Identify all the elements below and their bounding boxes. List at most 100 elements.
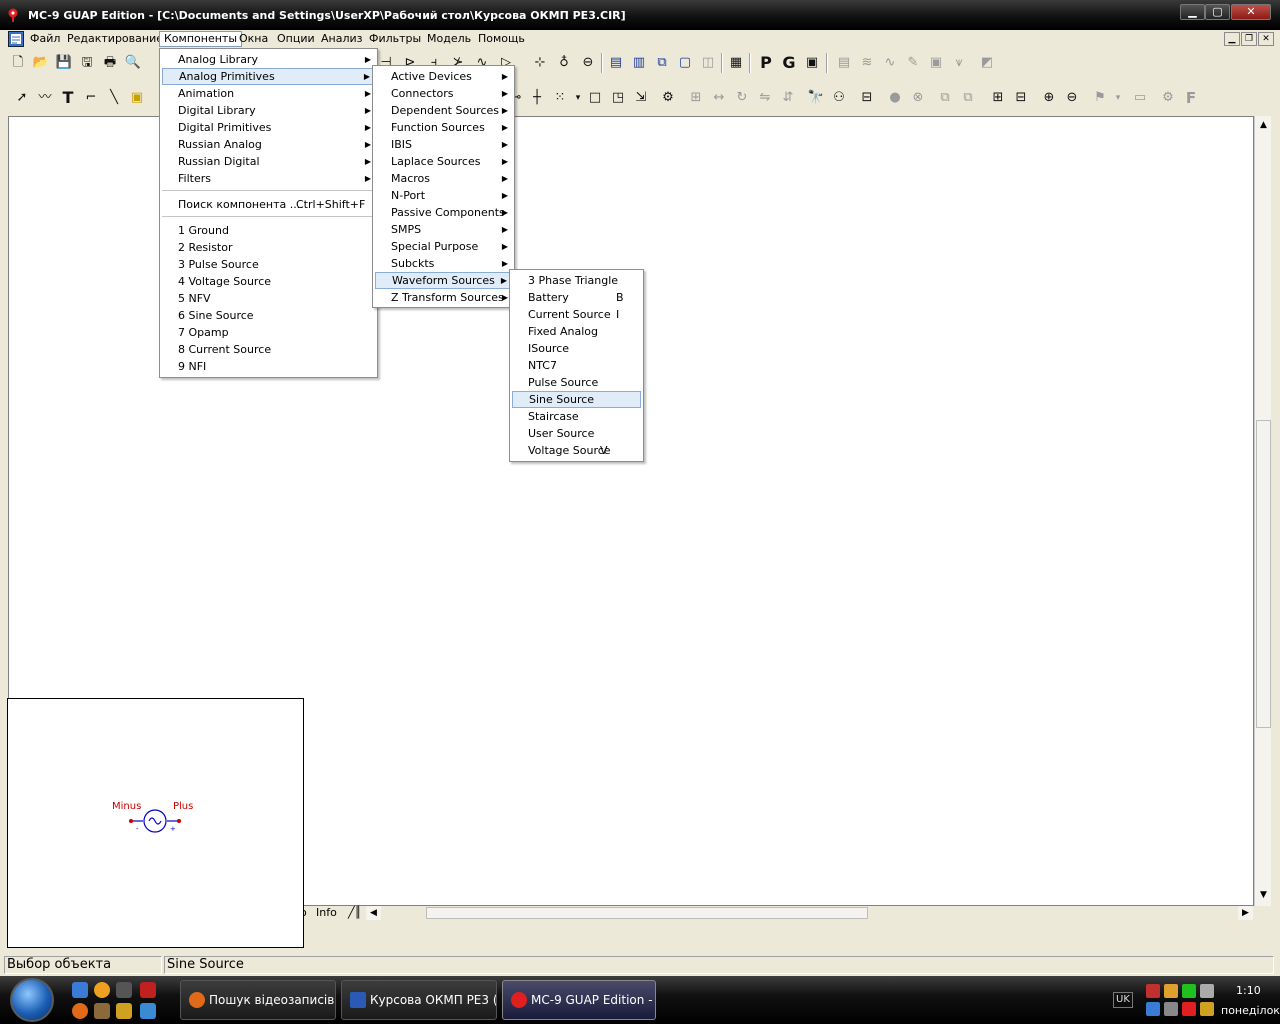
zoom-in-icon[interactable]: ⊕ xyxy=(1039,88,1059,108)
dot-grid-icon[interactable]: ⁙ xyxy=(550,88,570,108)
crosshair-icon[interactable]: ┼ xyxy=(527,88,547,108)
clock-time[interactable]: 1:10 xyxy=(1236,984,1261,997)
menu-recent-item[interactable]: 6 Sine Source xyxy=(162,307,375,324)
split-icon[interactable]: ◫ xyxy=(698,53,718,73)
mdi-restore-button[interactable]: ❐ xyxy=(1241,32,1257,46)
grid-icon[interactable]: ▣ xyxy=(802,53,822,73)
waveform-item[interactable]: Voltage Source V xyxy=(512,442,641,459)
waveform-item[interactable]: Fixed Analog xyxy=(512,323,641,340)
menu-recent-item[interactable]: 5 NFV xyxy=(162,290,375,307)
submenu-item[interactable]: Laplace Sources ▶ xyxy=(375,153,512,170)
menu-recent-item[interactable]: 2 Resistor xyxy=(162,239,375,256)
p-mode-icon[interactable]: P xyxy=(756,53,776,73)
analysis-2-icon[interactable]: ≋ xyxy=(857,53,877,73)
node-numbers-icon[interactable]: ⊟ xyxy=(857,88,877,108)
waveform-item[interactable]: Staircase xyxy=(512,408,641,425)
submenu-item[interactable]: Z Transform Sources ▶ xyxy=(375,289,512,306)
mdi-close-button[interactable]: ✕ xyxy=(1258,32,1274,46)
probe-icon[interactable]: ✎ xyxy=(903,53,923,73)
menu-digital-library[interactable]: Digital Library ▶ xyxy=(162,102,375,119)
ungroup-icon[interactable]: ⧉ xyxy=(958,88,978,108)
submenu-item[interactable]: Dependent Sources ▶ xyxy=(375,102,512,119)
folder-icon[interactable]: ▭ xyxy=(1130,88,1150,108)
menu-recent-item[interactable]: 9 NFI xyxy=(162,358,375,375)
language-indicator[interactable]: UK xyxy=(1113,992,1133,1008)
scroll-left-icon[interactable]: ◀ xyxy=(366,906,381,920)
quicklaunch-butterfly-icon[interactable] xyxy=(116,1003,132,1019)
quicklaunch-app-icon[interactable] xyxy=(94,982,110,998)
flip-y-icon[interactable]: ⇵ xyxy=(778,88,798,108)
print-icon[interactable]: 🖶 xyxy=(100,53,120,73)
info-circle-icon[interactable]: ● xyxy=(885,88,905,108)
g-mode-icon[interactable]: G xyxy=(779,53,799,73)
antivirus-icon[interactable] xyxy=(1182,1002,1196,1016)
menu-russian-analog[interactable]: Russian Analog ▶ xyxy=(162,136,375,153)
scroll-down-icon[interactable]: ▼ xyxy=(1256,888,1271,903)
quicklaunch-brush-icon[interactable] xyxy=(94,1003,110,1019)
menu-filters-group[interactable]: Filters ▶ xyxy=(162,170,375,187)
waveform-item[interactable]: Pulse Source xyxy=(512,374,641,391)
analysis-3-icon[interactable]: ∿ xyxy=(880,53,900,73)
minimize-button[interactable]: ▁ xyxy=(1180,4,1205,20)
task-browser[interactable]: Пошук відеозаписів ... xyxy=(180,980,336,1020)
submenu-item[interactable]: N-Port ▶ xyxy=(375,187,512,204)
waveform-item-sine-source[interactable]: Sine Source xyxy=(512,391,641,408)
analysis-1-icon[interactable]: ▤ xyxy=(834,53,854,73)
tile-horizontal-icon[interactable]: ▤ xyxy=(606,53,626,73)
menu-find-component[interactable]: Поиск компонента ... Ctrl+Shift+F xyxy=(162,196,375,213)
waveform-item[interactable]: Battery B xyxy=(512,289,641,306)
page-remove-icon[interactable]: ⊟ xyxy=(1011,88,1031,108)
waveform-item[interactable]: User Source xyxy=(512,425,641,442)
tab-info[interactable]: Info xyxy=(316,906,337,919)
scroll-right-icon[interactable]: ▶ xyxy=(1238,906,1253,920)
submenu-item[interactable]: Passive Components ▶ xyxy=(375,204,512,221)
wire-node-icon[interactable]: ⊹ xyxy=(530,53,550,73)
settings-icon[interactable]: ⚙ xyxy=(1158,88,1178,108)
line-tool-icon[interactable]: ╲ xyxy=(104,88,124,108)
task-word[interactable]: Курсова ОКМП РЕ3 (... xyxy=(341,980,497,1020)
menu-analog-primitives[interactable]: Analog Primitives ▶ xyxy=(162,68,375,85)
firefox-icon[interactable] xyxy=(72,1003,88,1019)
start-button[interactable] xyxy=(10,978,54,1022)
submenu-item[interactable]: Subckts ▶ xyxy=(375,255,512,272)
component-place-icon[interactable]: ▣ xyxy=(127,88,147,108)
task-mc9[interactable]: MC-9 GUAP Edition - [... xyxy=(502,980,656,1020)
menu-russian-digital[interactable]: Russian Digital ▶ xyxy=(162,153,375,170)
mirror-h-icon[interactable]: ↔ xyxy=(709,88,729,108)
analysis-5-icon[interactable]: ⩛ xyxy=(949,53,969,73)
zoom-out-icon[interactable]: ⊖ xyxy=(1062,88,1082,108)
maximize-button[interactable]: ▢ xyxy=(1205,4,1230,20)
volume-icon[interactable] xyxy=(1164,984,1178,998)
close-button[interactable]: ✕ xyxy=(1231,4,1271,20)
submenu-item[interactable]: IBIS ▶ xyxy=(375,136,512,153)
menu-help[interactable]: Помощь xyxy=(474,31,529,47)
menu-file[interactable]: Файл xyxy=(26,31,64,47)
page-add-icon[interactable]: ⊞ xyxy=(988,88,1008,108)
status-green-icon[interactable] xyxy=(1182,984,1196,998)
quicklaunch-switch-icon[interactable] xyxy=(140,1003,156,1019)
menu-animation[interactable]: Animation ▶ xyxy=(162,85,375,102)
menu-model[interactable]: Модель xyxy=(423,31,475,47)
horizontal-scrollbar[interactable]: ◀ ▶ xyxy=(366,906,1254,920)
menu-windows[interactable]: Окна xyxy=(235,31,272,47)
quicklaunch-tool-icon[interactable] xyxy=(116,982,132,998)
menu-recent-item[interactable]: 3 Pulse Source xyxy=(162,256,375,273)
new-file-icon[interactable]: 🗋 xyxy=(8,53,28,73)
rotate-icon[interactable]: ↻ xyxy=(732,88,752,108)
waveform-item[interactable]: NTC7 xyxy=(512,357,641,374)
binoculars-icon[interactable]: ⚇ xyxy=(829,88,849,108)
print-preview-icon[interactable]: 🔍 xyxy=(123,53,143,73)
vertical-scrollbar[interactable]: ▲ ▼ xyxy=(1254,116,1271,906)
analysis-4-icon[interactable]: ▣ xyxy=(926,53,946,73)
menu-recent-item[interactable]: 1 Ground xyxy=(162,222,375,239)
menu-recent-item[interactable]: 4 Voltage Source xyxy=(162,273,375,290)
text-tool-icon[interactable]: T xyxy=(58,88,78,108)
flag-dropdown-icon[interactable]: ▾ xyxy=(1108,88,1128,108)
submenu-item[interactable]: SMPS ▶ xyxy=(375,221,512,238)
calculator-icon[interactable]: ▦ xyxy=(726,53,746,73)
ortho-wire-icon[interactable]: ⌐ xyxy=(81,88,101,108)
analysis-6-icon[interactable]: ◩ xyxy=(977,53,997,73)
submenu-item[interactable]: Connectors ▶ xyxy=(375,85,512,102)
document-icon[interactable] xyxy=(8,31,24,47)
cascade-icon[interactable]: ⧉ xyxy=(652,53,672,73)
